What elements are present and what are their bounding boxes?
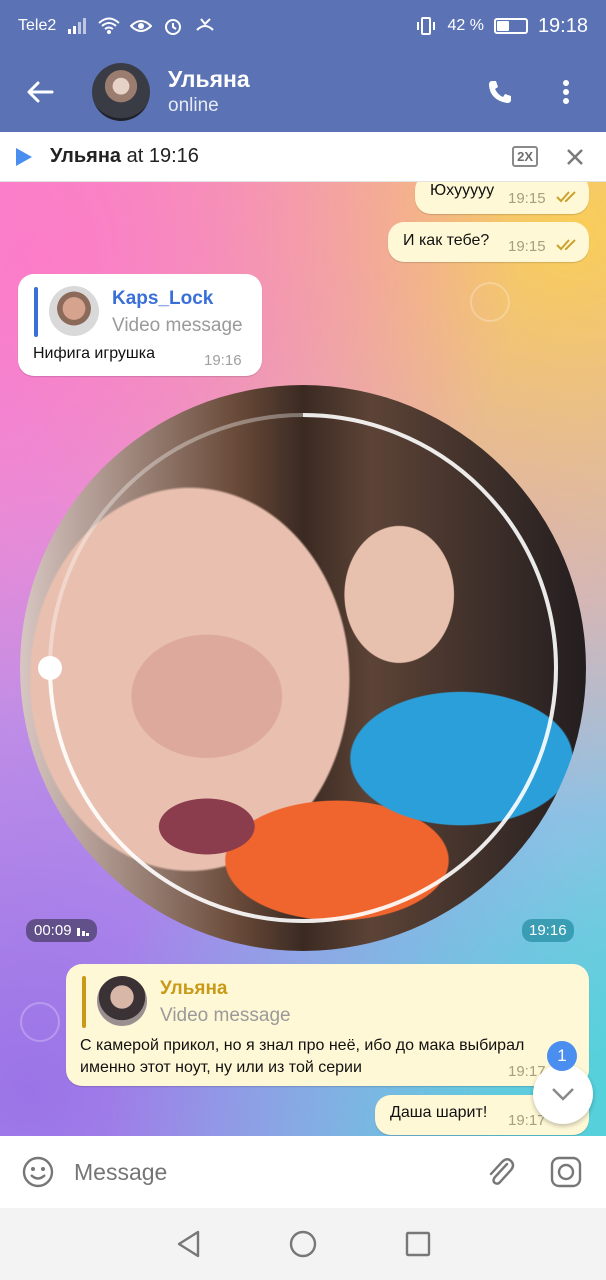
nav-back-button[interactable] bbox=[166, 1222, 210, 1266]
message-time: 19:15 bbox=[508, 238, 546, 255]
message-text: Даша шарит! bbox=[390, 1104, 488, 1121]
paperclip-icon bbox=[489, 1158, 515, 1185]
circle-home-icon bbox=[289, 1230, 317, 1258]
chat-area[interactable]: Юхууууу 19:15 И как тебе? 19:15 Kaps_Loc… bbox=[0, 182, 606, 1136]
message-text: И как тебе? bbox=[403, 232, 490, 249]
speed-toggle[interactable]: 2X bbox=[512, 146, 538, 167]
square-recents-icon bbox=[406, 1231, 431, 1257]
video-duration-label: 00:09 bbox=[34, 922, 72, 939]
reply-avatar bbox=[97, 976, 147, 1026]
seek-handle[interactable] bbox=[38, 656, 62, 680]
muted-audio-icon bbox=[76, 927, 89, 936]
battery-icon bbox=[493, 18, 528, 34]
vibrate-icon bbox=[415, 15, 437, 37]
system-nav-bar bbox=[0, 1208, 606, 1280]
reply-name: Kaps_Lock bbox=[112, 288, 214, 309]
chat-header: Ульяна online bbox=[0, 52, 606, 132]
reply-quote-bar bbox=[34, 287, 38, 337]
battery-fill bbox=[496, 21, 509, 31]
signal-icon bbox=[66, 15, 88, 37]
now-playing-title: Ульяна at 19:16 bbox=[50, 145, 512, 168]
contact-name: Ульяна bbox=[168, 66, 250, 92]
reply-avatar bbox=[49, 286, 99, 336]
message-time: 19:16 bbox=[204, 352, 242, 369]
more-button[interactable] bbox=[544, 70, 588, 114]
video-duration: 00:09 bbox=[26, 919, 97, 942]
video-progress-arc bbox=[48, 413, 558, 923]
chevron-down-icon bbox=[552, 1088, 574, 1101]
video-progress-ring[interactable] bbox=[20, 385, 586, 951]
arrow-left-icon bbox=[27, 81, 54, 103]
video-time: 19:16 bbox=[522, 919, 574, 942]
nav-home-button[interactable] bbox=[281, 1222, 325, 1266]
message-outgoing[interactable]: Ульяна Video message С камерой прикол, н… bbox=[66, 964, 589, 1086]
now-playing-bar[interactable]: Ульяна at 19:16 2X bbox=[0, 132, 606, 182]
message-outgoing[interactable]: И как тебе? 19:15 bbox=[388, 222, 589, 262]
battery-percent: 42 % bbox=[447, 17, 484, 34]
eye-icon bbox=[130, 15, 153, 37]
message-text: С камерой прикол, но я знал про неё, ибо… bbox=[80, 1035, 580, 1079]
close-player-button[interactable] bbox=[560, 142, 590, 172]
message-outgoing[interactable]: Юхууууу 19:15 bbox=[415, 182, 589, 214]
phone-icon bbox=[489, 81, 511, 103]
status-bar: Tele2 42 % 19:18 bbox=[0, 0, 606, 52]
triangle-back-icon bbox=[177, 1230, 199, 1258]
read-ticks-icon bbox=[556, 191, 576, 203]
contact-info[interactable]: Ульяна online bbox=[168, 65, 456, 119]
contact-avatar[interactable] bbox=[92, 63, 150, 121]
attach-button[interactable] bbox=[480, 1152, 520, 1192]
carrier-label: Tele2 bbox=[18, 17, 57, 34]
reply-name: Ульяна bbox=[160, 978, 228, 999]
now-playing-name: Ульяна bbox=[50, 145, 122, 167]
contact-status: online bbox=[168, 95, 219, 116]
message-incoming[interactable]: Kaps_Lock Video message Нифига игрушка 1… bbox=[18, 274, 262, 376]
message-input-bar bbox=[0, 1136, 606, 1208]
missed-call-icon bbox=[194, 15, 216, 37]
back-button[interactable] bbox=[18, 70, 62, 114]
more-vertical-icon bbox=[563, 80, 569, 104]
message-text: Нифига игрушка bbox=[33, 345, 155, 362]
clock: 19:18 bbox=[537, 14, 588, 37]
message-text: Юхууууу bbox=[430, 182, 495, 199]
reply-subtitle: Video message bbox=[160, 1005, 291, 1026]
camera-icon bbox=[550, 1156, 582, 1188]
message-time: 19:17 bbox=[508, 1112, 546, 1129]
read-ticks-icon bbox=[556, 239, 576, 251]
message-input[interactable] bbox=[74, 1158, 480, 1186]
wifi-icon bbox=[98, 15, 120, 37]
call-button[interactable] bbox=[478, 70, 522, 114]
play-icon[interactable] bbox=[16, 147, 32, 166]
video-message-button[interactable] bbox=[546, 1152, 586, 1192]
message-text-line: именно этот ноут, ну или из той серии bbox=[80, 1059, 362, 1076]
smiley-icon bbox=[22, 1156, 54, 1188]
now-playing-time: at 19:16 bbox=[126, 145, 199, 167]
wallpaper-doodle bbox=[20, 1002, 60, 1042]
reply-quote-bar bbox=[82, 976, 86, 1028]
unread-badge: 1 bbox=[547, 1041, 577, 1071]
wallpaper-doodle bbox=[470, 282, 510, 322]
nav-recents-button[interactable] bbox=[396, 1222, 440, 1266]
message-text-line: С камерой прикол, но я знал про неё, ибо… bbox=[80, 1037, 525, 1054]
close-icon bbox=[567, 148, 583, 165]
reply-subtitle: Video message bbox=[112, 315, 243, 336]
alarm-icon bbox=[162, 15, 184, 37]
scroll-down-button[interactable] bbox=[533, 1064, 593, 1124]
emoji-button[interactable] bbox=[20, 1154, 56, 1190]
message-time: 19:15 bbox=[508, 190, 546, 207]
